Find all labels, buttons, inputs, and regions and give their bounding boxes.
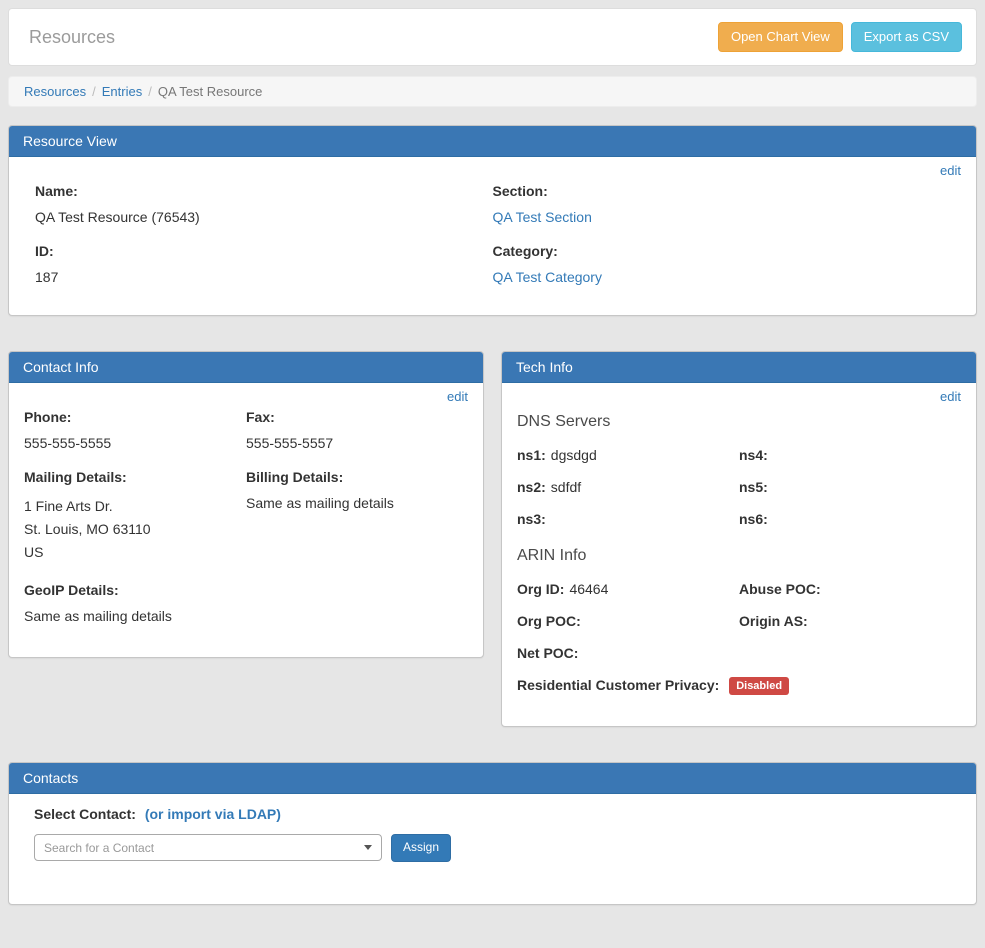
ns6-field: ns6: <box>739 511 961 527</box>
geoip-details-value: Same as mailing details <box>24 608 172 624</box>
name-value: QA Test Resource (76543) <box>35 209 200 225</box>
phone-label: Phone: <box>24 409 246 425</box>
resource-view-edit-link[interactable]: edit <box>940 163 961 178</box>
fax-value: 555-555-5557 <box>246 435 333 451</box>
info-panels-row: Contact Info edit Phone: 555-555-5555 Ma… <box>8 351 977 727</box>
page: Resources Open Chart View Export as CSV … <box>0 0 985 948</box>
residential-privacy-label: Residential Customer Privacy: <box>517 677 719 693</box>
export-csv-button[interactable]: Export as CSV <box>851 22 962 53</box>
contact-info-panel-title: Contact Info <box>9 352 483 383</box>
contacts-panel-body: Select Contact: (or import via LDAP) Sea… <box>9 794 976 904</box>
geoip-details-label: GeoIP Details: <box>24 582 246 598</box>
privacy-status-badge: Disabled <box>729 677 789 695</box>
fax-label: Fax: <box>246 409 468 425</box>
ns3-field: ns3: <box>517 511 739 527</box>
dns-servers-grid: ns1:dgsdgd ns2:sdfdf ns3: ns4: ns5: ns6: <box>517 447 961 543</box>
breadcrumb: Resources / Entries / QA Test Resource <box>8 76 977 107</box>
breadcrumb-separator: / <box>148 84 152 99</box>
ns2-field: ns2:sdfdf <box>517 479 739 495</box>
contact-info-panel-body: edit Phone: 555-555-5555 Mailing Details… <box>9 383 483 657</box>
ns1-field: ns1:dgsdgd <box>517 447 739 463</box>
org-poc-field: Org POC: <box>517 613 739 629</box>
tech-info-panel-title: Tech Info <box>502 352 976 383</box>
resource-view-right-column: Section: QA Test Section Category: QA Te… <box>493 183 951 303</box>
contact-info-edit-link[interactable]: edit <box>447 389 468 404</box>
ns1-value: dgsdgd <box>551 447 597 463</box>
breadcrumb-current: QA Test Resource <box>158 84 263 99</box>
residential-privacy-field: Residential Customer Privacy: Disabled <box>517 677 961 695</box>
mailing-address-line: St. Louis, MO 63110 <box>24 518 246 541</box>
tech-info-edit-link[interactable]: edit <box>940 389 961 404</box>
resource-view-panel-title: Resource View <box>9 126 976 157</box>
mailing-details-label: Mailing Details: <box>24 469 246 485</box>
mailing-address-line: US <box>24 541 246 564</box>
header-actions: Open Chart View Export as CSV <box>710 22 962 53</box>
page-title: Resources <box>29 27 115 48</box>
page-header: Resources Open Chart View Export as CSV <box>8 8 977 66</box>
name-label: Name: <box>35 183 493 199</box>
import-via-ldap-link[interactable]: (or import via LDAP) <box>145 806 281 822</box>
breadcrumb-link-entries[interactable]: Entries <box>102 84 142 99</box>
select-contact-label: Select Contact: <box>34 806 136 822</box>
category-link[interactable]: QA Test Category <box>493 269 602 285</box>
billing-details-value: Same as mailing details <box>246 495 394 511</box>
select-contact-label-row: Select Contact: (or import via LDAP) <box>34 806 951 822</box>
resource-view-panel: Resource View edit Name: QA Test Resourc… <box>8 125 977 316</box>
mailing-address-line: 1 Fine Arts Dr. <box>24 495 246 518</box>
category-label: Category: <box>493 243 951 259</box>
contact-select-row: Search for a Contact Assign <box>34 834 951 862</box>
contacts-panel: Contacts Select Contact: (or import via … <box>8 762 977 905</box>
chevron-down-icon <box>364 845 372 850</box>
contact-info-right-column: Fax: 555-555-5557 Billing Details: Same … <box>246 409 468 642</box>
org-id-value: 46464 <box>569 581 608 597</box>
id-value: 187 <box>35 269 58 285</box>
contact-select-placeholder: Search for a Contact <box>44 841 154 855</box>
arin-info-heading: ARIN Info <box>517 547 961 565</box>
contact-select[interactable]: Search for a Contact <box>34 834 382 861</box>
billing-details-label: Billing Details: <box>246 469 468 485</box>
section-label: Section: <box>493 183 951 199</box>
assign-button[interactable]: Assign <box>391 834 451 862</box>
dns-servers-heading: DNS Servers <box>517 413 961 431</box>
tech-info-panel: Tech Info edit DNS Servers ns1:dgsdgd ns… <box>501 351 977 727</box>
resource-view-left-column: Name: QA Test Resource (76543) ID: 187 <box>35 183 493 303</box>
ns5-field: ns5: <box>739 479 961 495</box>
ns4-field: ns4: <box>739 447 961 463</box>
contact-info-left-column: Phone: 555-555-5555 Mailing Details: 1 F… <box>24 409 246 642</box>
breadcrumb-separator: / <box>92 84 96 99</box>
tech-info-panel-body: edit DNS Servers ns1:dgsdgd ns2:sdfdf ns… <box>502 383 976 726</box>
breadcrumb-link-resources[interactable]: Resources <box>24 84 86 99</box>
net-poc-field: Net POC: <box>517 645 739 661</box>
resource-view-panel-body: edit Name: QA Test Resource (76543) ID: … <box>9 157 976 315</box>
origin-as-field: Origin AS: <box>739 613 961 629</box>
contacts-panel-title: Contacts <box>9 763 976 794</box>
arin-info-grid: Org ID:46464 Abuse POC: Org POC: Origin … <box>517 581 961 677</box>
section-link[interactable]: QA Test Section <box>493 209 592 225</box>
contact-info-panel: Contact Info edit Phone: 555-555-5555 Ma… <box>8 351 484 658</box>
id-label: ID: <box>35 243 493 259</box>
org-id-field: Org ID:46464 <box>517 581 739 597</box>
phone-value: 555-555-5555 <box>24 435 111 451</box>
ns2-value: sdfdf <box>551 479 581 495</box>
abuse-poc-field: Abuse POC: <box>739 581 961 597</box>
open-chart-view-button[interactable]: Open Chart View <box>718 22 843 53</box>
